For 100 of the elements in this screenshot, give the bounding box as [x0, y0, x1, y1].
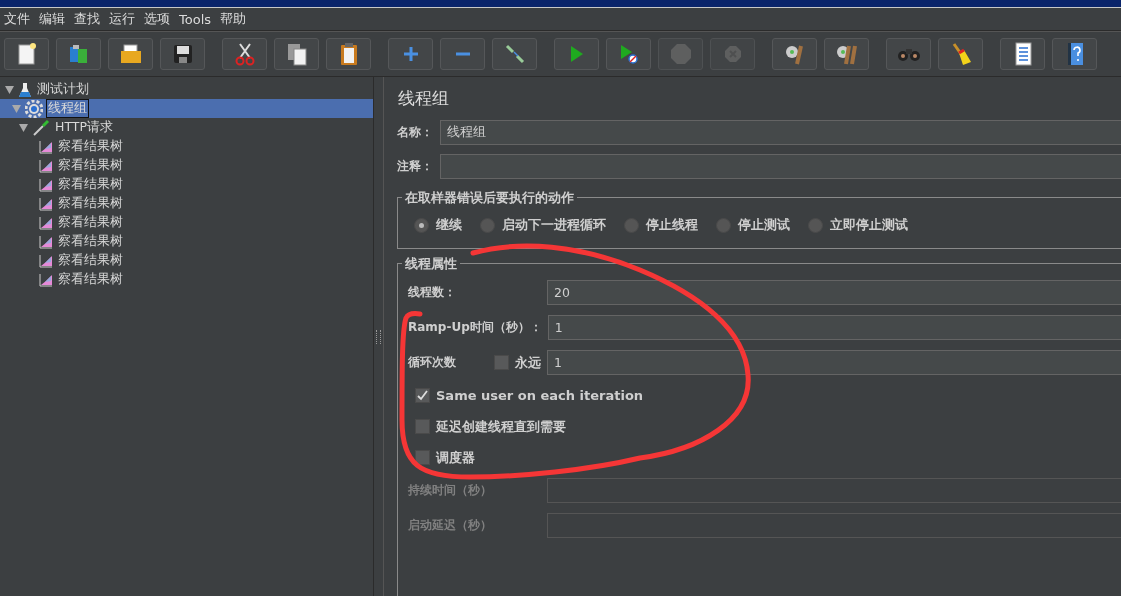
pipette-icon [32, 118, 50, 137]
chart-icon [39, 139, 53, 154]
menu-item[interactable]: Tools [177, 11, 219, 27]
input-field[interactable] [440, 154, 1121, 179]
panel-title: 线程组 [398, 87, 450, 110]
tree-row[interactable]: 察看结果树 [0, 213, 373, 232]
field-label: 持续时间（秒） [408, 482, 493, 499]
tree-row[interactable]: 察看结果树 [0, 194, 373, 213]
tree-row[interactable]: 测试计划 [0, 80, 373, 99]
tree-label: 线程组 [46, 99, 89, 118]
checkbox[interactable] [415, 388, 430, 403]
radio-button[interactable] [808, 217, 823, 233]
field-label: 循环次数 [408, 353, 457, 371]
menu-item[interactable]: 选项 [142, 10, 177, 28]
toolbar-button[interactable] [938, 38, 983, 70]
chart-icon [39, 158, 53, 173]
tree-label: 察看结果树 [57, 137, 124, 155]
radio-label: 停止测试 [738, 216, 790, 234]
tree-row[interactable]: 察看结果树 [0, 251, 373, 270]
play-icon [619, 44, 638, 64]
tree-label: 察看结果树 [57, 232, 124, 250]
toolbar-button[interactable] [492, 38, 537, 70]
toolbar-button[interactable] [1000, 38, 1045, 70]
input-field[interactable]: 1 [547, 350, 1121, 375]
tree-label: HTTP请求 [54, 118, 114, 136]
checkbox-label: 永远 [515, 353, 541, 372]
toolbar-button[interactable] [222, 38, 267, 70]
input-field[interactable]: 线程组 [440, 120, 1121, 145]
toolbar-button[interactable] [772, 38, 817, 70]
radio-button[interactable] [414, 217, 429, 233]
chart-icon [39, 272, 53, 287]
help-book-icon [1065, 42, 1084, 66]
checkbox[interactable] [494, 355, 509, 370]
document-icon [16, 43, 37, 65]
checkbox[interactable] [415, 419, 430, 434]
radio-button[interactable] [624, 217, 639, 233]
toolbar-button[interactable] [824, 38, 869, 70]
field-label: 名称： [397, 124, 434, 141]
toolbar-button[interactable] [160, 38, 205, 70]
chart-icon [39, 215, 53, 230]
binders-icon [67, 43, 90, 65]
checkbox-label: 延迟创建线程直到需要 [436, 417, 566, 436]
tree-label: 察看结果树 [57, 194, 124, 212]
gear-brooms-icon [834, 43, 859, 65]
group-title: 在取样器错误后要执行的动作 [402, 189, 577, 207]
tree-label: 察看结果树 [57, 251, 124, 269]
minus-icon [454, 51, 471, 57]
gear-icon [25, 99, 43, 118]
folder-icon [118, 44, 143, 64]
toolbar-button[interactable] [1052, 38, 1097, 70]
tree-label: 察看结果树 [57, 175, 124, 193]
tree-label: 察看结果树 [57, 270, 124, 288]
menu-item[interactable]: 查找 [72, 10, 107, 28]
menu-item[interactable]: 运行 [107, 10, 142, 28]
plus-icon [402, 46, 419, 62]
tree-row[interactable]: 察看结果树 [0, 270, 373, 289]
radio-label: 立即停止测试 [830, 216, 908, 234]
expand-arrow-icon[interactable] [18, 122, 29, 133]
scissors-icon [233, 42, 256, 66]
play-icon [569, 45, 584, 63]
expand-arrow-icon[interactable] [4, 84, 15, 95]
tree-row[interactable]: 线程组 [0, 99, 373, 118]
radio-button[interactable] [716, 217, 731, 233]
radio-label: 停止线程 [646, 216, 698, 234]
tree-row[interactable]: 察看结果树 [0, 156, 373, 175]
tree-row[interactable]: HTTP请求 [0, 118, 373, 137]
field-label: Ramp-Up时间（秒）： [408, 319, 542, 336]
radio-label: 继续 [436, 216, 462, 234]
checkbox-label: Same user on each iteration [436, 388, 644, 403]
chart-icon [39, 196, 53, 211]
radio-button[interactable] [480, 217, 495, 233]
toolbar-button[interactable] [274, 38, 319, 70]
clipboard-icon [338, 42, 359, 66]
input-field[interactable]: 20 [547, 280, 1121, 305]
notebook-icon [1012, 42, 1033, 66]
field-label: 注释： [397, 158, 434, 175]
stop-sign-icon [669, 43, 692, 65]
radio-label: 启动下一进程循环 [502, 216, 606, 234]
copy-icon [285, 42, 308, 66]
expand-arrow-icon[interactable] [11, 103, 22, 114]
input-field[interactable]: 1 [547, 315, 1121, 340]
menu-item[interactable]: 文件 [2, 10, 37, 28]
tree-label: 测试计划 [36, 80, 90, 98]
flask-icon [18, 81, 32, 98]
toolbar-button[interactable] [4, 38, 49, 70]
tree-label: 察看结果树 [57, 213, 124, 231]
tree-row[interactable]: 察看结果树 [0, 232, 373, 251]
tree-row[interactable]: 察看结果树 [0, 137, 373, 156]
chart-icon [39, 253, 53, 268]
splitter-handle[interactable] [376, 329, 381, 344]
field-label: 线程数： [408, 284, 457, 301]
tree-label: 察看结果树 [57, 156, 124, 174]
octagon-x-icon [723, 45, 742, 63]
menu-item[interactable]: 帮助 [218, 10, 254, 28]
toolbar-button[interactable] [108, 38, 153, 70]
tree-row[interactable]: 察看结果树 [0, 175, 373, 194]
field-label: 启动延迟（秒） [408, 517, 493, 534]
gear-broom-icon [783, 43, 806, 65]
toolbar-button[interactable] [326, 38, 371, 70]
menu-item[interactable]: 编辑 [37, 10, 72, 28]
